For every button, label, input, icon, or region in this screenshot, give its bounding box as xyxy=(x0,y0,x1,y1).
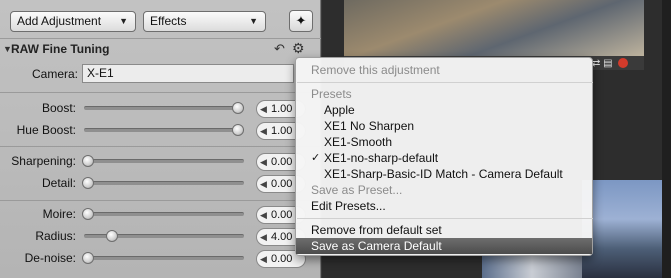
slider-label: Sharpening: xyxy=(11,154,76,168)
slider-track[interactable] xyxy=(84,159,244,163)
slider-label: De-noise: xyxy=(24,251,76,265)
slider-knob[interactable] xyxy=(82,155,94,167)
slider-label: Detail: xyxy=(41,176,76,190)
badge-icons: ⇄ ▤ xyxy=(592,58,613,69)
gear-icon[interactable]: ⚙ xyxy=(292,40,305,57)
decrement-arrow-icon[interactable]: ◀ xyxy=(260,207,267,223)
decrement-arrow-icon[interactable]: ◀ xyxy=(260,251,267,267)
magic-wand-button[interactable]: ✦ xyxy=(289,10,313,32)
photo-thumbnail[interactable] xyxy=(582,180,667,278)
menu-item-remove-adjustment[interactable]: Remove this adjustment xyxy=(296,62,592,78)
decrement-arrow-icon[interactable]: ◀ xyxy=(260,123,267,139)
slider-knob[interactable] xyxy=(106,230,118,242)
slider-knob[interactable] xyxy=(232,124,244,136)
slider-value[interactable]: 1.00 xyxy=(271,103,292,115)
menu-item-edit-presets[interactable]: Edit Presets... xyxy=(296,198,592,214)
slider-track[interactable] xyxy=(84,256,244,260)
slider-label: Hue Boost: xyxy=(16,123,76,137)
slider-label: Boost: xyxy=(41,101,76,115)
group-divider xyxy=(0,200,321,201)
decrement-arrow-icon[interactable]: ◀ xyxy=(260,101,267,117)
decrement-arrow-icon[interactable]: ◀ xyxy=(260,229,267,245)
slider-track[interactable] xyxy=(84,181,244,185)
slider-value[interactable]: 0.00 xyxy=(271,209,292,221)
photo-thumbnail[interactable] xyxy=(344,0,644,60)
chevron-down-icon: ▼ xyxy=(119,16,128,26)
slider-knob[interactable] xyxy=(82,177,94,189)
menu-item-preset[interactable]: Apple xyxy=(296,102,592,118)
slider-value[interactable]: 1.00 xyxy=(271,125,292,137)
group-divider xyxy=(0,146,321,147)
slider-knob[interactable] xyxy=(232,102,244,114)
slider-track[interactable] xyxy=(84,212,244,216)
menu-item-preset[interactable]: XE1-Smooth xyxy=(296,134,592,150)
preset-label: XE1-Smooth xyxy=(324,135,393,149)
menu-item-preset[interactable]: ✓ XE1-no-sharp-default xyxy=(296,150,592,166)
decrement-arrow-icon[interactable]: ◀ xyxy=(260,154,267,170)
slider-track[interactable] xyxy=(84,106,244,110)
slider-value[interactable]: 0.00 xyxy=(271,178,292,190)
slider-knob[interactable] xyxy=(82,252,94,264)
preset-label: XE1-Sharp-Basic-ID Match - Camera Defaul… xyxy=(324,167,563,181)
effects-label: Effects xyxy=(150,14,187,28)
inspector-panel: Add Adjustment ▼ Effects ▼ ✦ ▼ RAW Fine … xyxy=(0,0,321,278)
slider-value[interactable]: 4.00 xyxy=(271,231,292,243)
camera-label: Camera: xyxy=(32,67,79,81)
reset-icon[interactable]: ↶ xyxy=(274,41,285,57)
reject-flag-icon[interactable] xyxy=(618,58,628,68)
checkmark-icon: ✓ xyxy=(311,152,321,164)
add-adjustment-popup[interactable]: Add Adjustment ▼ xyxy=(10,11,136,32)
effects-popup[interactable]: Effects ▼ xyxy=(143,11,266,32)
menu-item-save-as-preset[interactable]: Save as Preset... xyxy=(296,182,592,198)
preset-label: XE1 No Sharpen xyxy=(324,119,415,133)
menu-item-remove-from-default[interactable]: Remove from default set xyxy=(296,222,592,238)
slider-label: Moire: xyxy=(42,207,76,221)
preset-label: Apple xyxy=(324,103,355,117)
menu-separator xyxy=(297,82,593,83)
group-divider xyxy=(0,92,321,93)
camera-field: X-E1 xyxy=(82,64,294,83)
chevron-down-icon: ▼ xyxy=(249,16,258,26)
preset-label: XE1-no-sharp-default xyxy=(324,151,439,165)
slider-knob[interactable] xyxy=(82,208,94,220)
menu-item-preset[interactable]: XE1-Sharp-Basic-ID Match - Camera Defaul… xyxy=(296,166,592,182)
menu-header-presets: Presets xyxy=(311,87,352,101)
magic-wand-icon: ✦ xyxy=(295,13,307,28)
slider-label: Radius: xyxy=(35,229,76,243)
menu-item-preset[interactable]: XE1 No Sharpen xyxy=(296,118,592,134)
slider-track[interactable] xyxy=(84,128,244,132)
menu-separator xyxy=(297,218,593,219)
adjustment-toolbar: Add Adjustment ▼ Effects ▼ ✦ xyxy=(0,0,321,38)
section-title[interactable]: RAW Fine Tuning xyxy=(11,42,109,56)
slider-value[interactable]: 0.00 xyxy=(271,253,292,265)
menu-item-save-camera-default[interactable]: Save as Camera Default xyxy=(296,238,592,254)
header-divider xyxy=(0,38,321,39)
slider-value[interactable]: 0.00 xyxy=(271,156,292,168)
add-adjustment-label: Add Adjustment xyxy=(17,14,102,28)
decrement-arrow-icon[interactable]: ◀ xyxy=(260,176,267,192)
frame-divider xyxy=(662,0,671,278)
gear-dropdown-menu: Remove this adjustment Presets Apple XE1 … xyxy=(295,57,593,256)
